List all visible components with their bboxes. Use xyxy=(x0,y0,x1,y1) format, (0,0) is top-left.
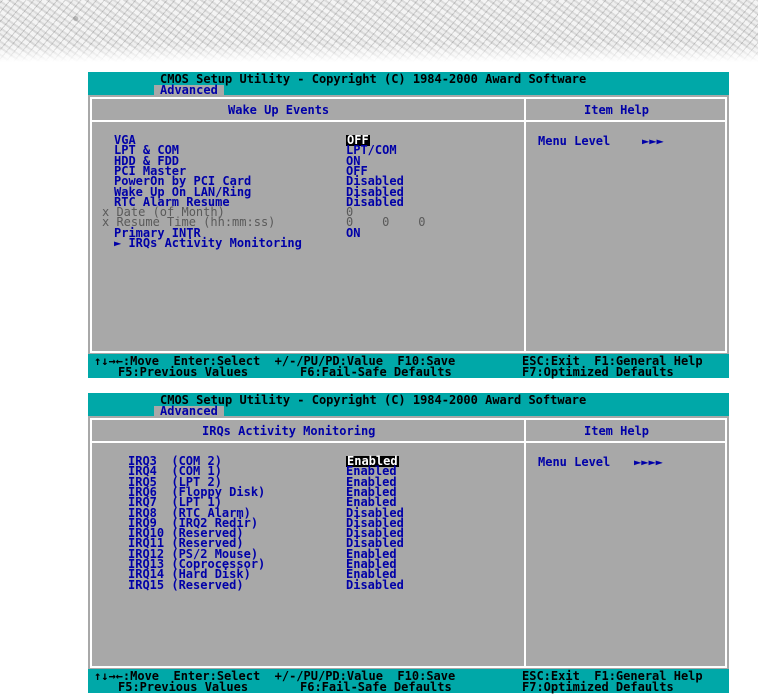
title-bar: CMOS Setup Utility - Copyright (C) 1984-… xyxy=(88,393,729,417)
footer-f6: F6:Fail-Safe Defaults xyxy=(300,365,452,379)
divider xyxy=(524,99,526,351)
divider xyxy=(92,120,725,122)
help-title: Item Help xyxy=(584,424,650,438)
menu-advanced[interactable]: Advanced xyxy=(154,405,224,417)
menu-level-arrows: ►►►► xyxy=(634,455,663,469)
help-title: Item Help xyxy=(584,103,650,117)
footer-f5: F5:Previous Values xyxy=(118,680,249,694)
setting-value[interactable]: Disabled xyxy=(346,196,404,208)
divider xyxy=(92,441,725,443)
key-help-footer: ↑↓→←:Move Enter:Select +/-/PU/PD:Value F… xyxy=(88,669,729,693)
footer-f6: F6:Fail-Safe Defaults xyxy=(300,680,452,694)
title-bar: CMOS Setup Utility - Copyright (C) 1984-… xyxy=(88,72,729,96)
setting-label: IRQ15 (Reserved) xyxy=(128,577,244,592)
panel-title: Wake Up Events xyxy=(228,103,330,117)
divider xyxy=(524,420,526,666)
setting-label: ► IRQs Activity Monitoring xyxy=(114,236,302,250)
menu-advanced[interactable]: Advanced xyxy=(154,84,224,96)
footer-f7: F7:Optimized Defaults xyxy=(522,680,674,694)
footer-f5: F5:Previous Values xyxy=(118,365,249,379)
menu-level-arrows: ►►► xyxy=(642,134,664,148)
bios-screen-irq-monitoring: CMOS Setup Utility - Copyright (C) 1984-… xyxy=(88,393,729,693)
footer-f7: F7:Optimized Defaults xyxy=(522,365,674,379)
help-menu-level: Menu Level xyxy=(538,134,611,148)
key-help-footer: ↑↓→←:Move Enter:Select +/-/PU/PD:Value F… xyxy=(88,354,729,378)
utility-title: CMOS Setup Utility - Copyright (C) 1984-… xyxy=(160,72,587,86)
setting-value[interactable]: Disabled xyxy=(346,579,404,591)
background-texture xyxy=(0,0,758,62)
main-frame: IRQs Activity Monitoring Item Help Menu … xyxy=(90,418,727,668)
setting-value[interactable]: ON xyxy=(346,227,360,239)
panel-title: IRQs Activity Monitoring xyxy=(202,424,376,438)
utility-title: CMOS Setup Utility - Copyright (C) 1984-… xyxy=(160,393,587,407)
help-menu-level: Menu Level xyxy=(538,455,611,469)
main-frame: Wake Up Events Item Help Menu Level ►►► … xyxy=(90,97,727,353)
bios-screen-wake-up-events: CMOS Setup Utility - Copyright (C) 1984-… xyxy=(88,72,729,378)
